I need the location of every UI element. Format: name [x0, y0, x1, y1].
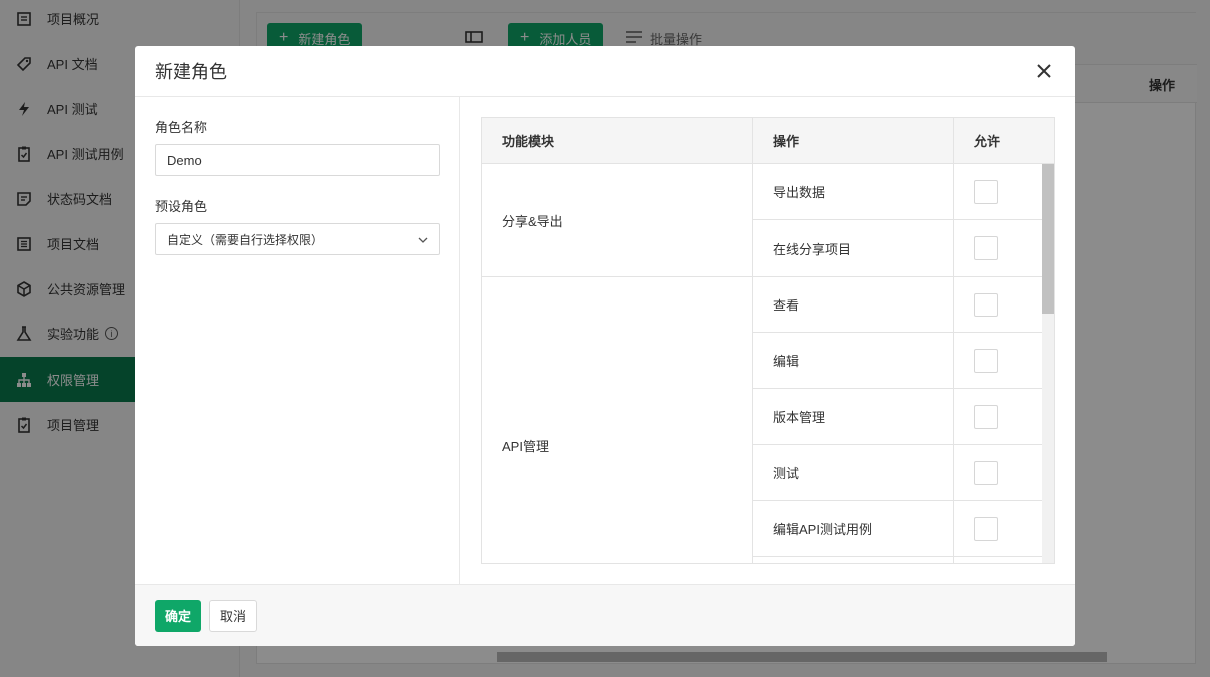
confirm-button[interactable]: 确定: [155, 599, 202, 632]
permission-table-body: 分享&导出 导出数据 在线分享项目 API管理 查看 编辑 版本管理 测试 编辑…: [482, 164, 1054, 563]
permission-row: 在线分享项目: [753, 220, 1054, 276]
close-icon[interactable]: [1033, 60, 1055, 82]
new-role-dialog: 新建角色 角色名称 预设角色 自定义（需要自行选择权限） 功能模块 操作 允许 …: [135, 46, 1075, 646]
permission-row: 测试: [753, 445, 1054, 501]
module-cell: API管理: [482, 277, 753, 563]
permission-row: [753, 557, 1054, 563]
permission-row: 版本管理: [753, 389, 1054, 445]
permission-table-header: 功能模块 操作 允许: [482, 118, 1054, 164]
action-cell: 编辑: [753, 333, 954, 388]
role-name-label: 角色名称: [155, 120, 208, 135]
action-cell: 版本管理: [753, 389, 954, 444]
action-cell: 导出数据: [753, 164, 954, 219]
dialog-footer: 确定 取消: [135, 584, 1075, 646]
permission-row: 编辑API测试用例: [753, 501, 1054, 557]
permission-row: 查看: [753, 277, 1054, 333]
action-cell: [753, 557, 954, 563]
cancel-button[interactable]: 取消: [209, 599, 258, 632]
allow-checkbox[interactable]: [974, 348, 998, 373]
vertical-scrollbar-thumb[interactable]: [1042, 164, 1054, 314]
action-cell: 编辑API测试用例: [753, 501, 954, 556]
dialog-body: 角色名称 预设角色 自定义（需要自行选择权限） 功能模块 操作 允许 分享&导出…: [135, 97, 1075, 584]
permission-row: 编辑: [753, 333, 1054, 389]
permission-row: 导出数据: [753, 164, 1054, 220]
allow-checkbox[interactable]: [974, 292, 998, 317]
chevron-down-icon: [418, 232, 428, 246]
preset-role-select[interactable]: 自定义（需要自行选择权限）: [155, 223, 440, 255]
column-header-module: 功能模块: [482, 118, 753, 163]
dialog-header: 新建角色: [135, 46, 1075, 97]
action-cell: 查看: [753, 277, 954, 332]
allow-checkbox[interactable]: [974, 236, 998, 260]
preset-role-value: 自定义（需要自行选择权限）: [167, 232, 324, 247]
allow-checkbox[interactable]: [974, 516, 998, 541]
permission-group: 分享&导出 导出数据 在线分享项目: [482, 164, 1054, 277]
permission-group: API管理 查看 编辑 版本管理 测试 编辑API测试用例: [482, 277, 1054, 563]
role-form: 角色名称 预设角色 自定义（需要自行选择权限）: [135, 97, 460, 584]
preset-role-label: 预设角色: [155, 199, 208, 214]
role-name-input[interactable]: [155, 144, 440, 176]
column-header-allow: 允许: [974, 134, 1001, 149]
action-cell: 测试: [753, 445, 954, 500]
allow-checkbox[interactable]: [974, 404, 998, 429]
dialog-title: 新建角色: [155, 62, 227, 82]
column-header-action: 操作: [753, 118, 954, 163]
allow-checkbox[interactable]: [974, 460, 998, 485]
module-cell: 分享&导出: [482, 164, 753, 276]
action-cell: 在线分享项目: [753, 220, 954, 276]
allow-checkbox[interactable]: [974, 179, 998, 204]
permission-table: 功能模块 操作 允许 分享&导出 导出数据 在线分享项目 API管理 查看 编辑…: [481, 117, 1055, 564]
